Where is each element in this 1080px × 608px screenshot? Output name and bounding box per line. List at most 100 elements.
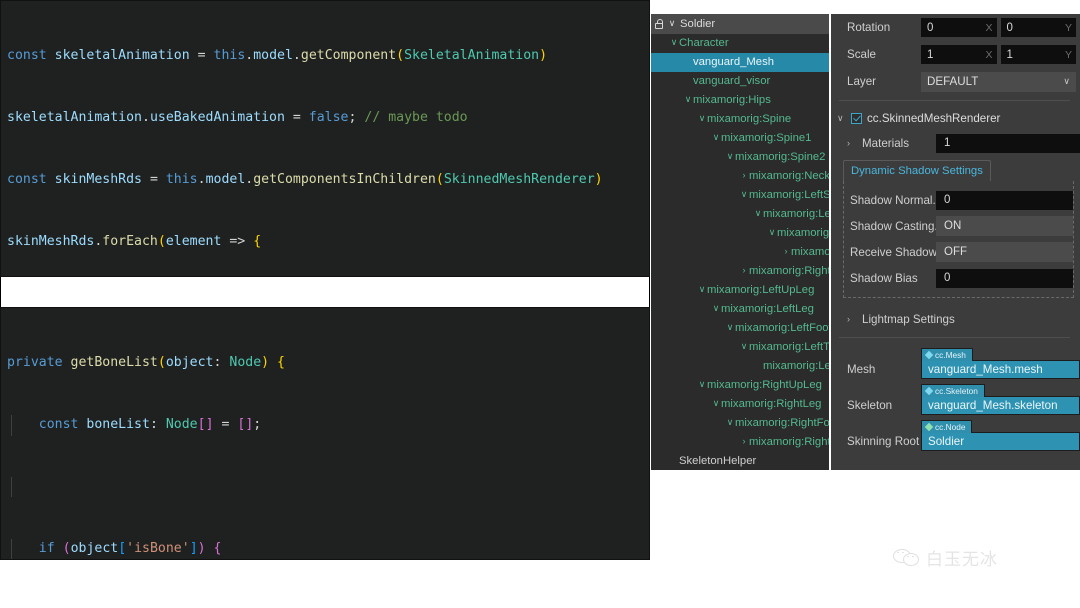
hierarchy-node-mixamorig-leftleg[interactable]: ∨ mixamorig:LeftLeg xyxy=(651,300,829,319)
chevron-down-icon[interactable]: ∨ xyxy=(767,224,777,242)
chevron-down-icon[interactable]: ∨ xyxy=(697,281,707,299)
component-enabled-checkbox[interactable] xyxy=(851,112,862,124)
code-editor-bottom[interactable]: private getBoneList(object: Node) { cons… xyxy=(0,307,650,560)
chevron-right-icon[interactable]: › xyxy=(847,138,856,148)
code-line: private getBoneList(object: Node) { xyxy=(7,355,285,371)
asset-reference-group: Mesh cc.Mesh vanguard_Mesh.mesh Skeleton cc.… xyxy=(831,343,1080,451)
chevron-down-icon[interactable]: ∨ xyxy=(683,91,693,109)
chevron-down-icon[interactable]: ∨ xyxy=(725,414,735,432)
chevron-down-icon[interactable]: ∨ xyxy=(667,14,677,33)
hierarchy-node-label: mixamorig:Spine xyxy=(707,113,792,125)
chevron-down-icon[interactable]: ∨ xyxy=(739,338,749,356)
property-row-shadow-normal[interactable]: Shadow Normal... 0 xyxy=(844,187,1073,213)
chevron-right-icon[interactable]: › xyxy=(781,243,791,261)
hierarchy-node-label: mixamorig:Neck xyxy=(749,170,829,182)
materials-value[interactable]: 1 xyxy=(936,133,1080,153)
asset-value[interactable]: Soldier xyxy=(921,432,1080,451)
chevron-down-icon[interactable]: ∨ xyxy=(697,110,707,128)
scale-y-input[interactable]: 1Y xyxy=(1000,45,1076,64)
hierarchy-node-mixamorig-rightleg[interactable]: ∨ mixamorig:RightLeg xyxy=(651,395,829,414)
scale-x-input[interactable]: 1X xyxy=(921,45,997,64)
inspector-panel[interactable]: Rotation 0X 0Y Scale 1X 1Y Layer DEFAULT… xyxy=(831,14,1080,470)
hierarchy-node-vanguard-visor[interactable]: vanguard_visor xyxy=(651,72,829,91)
property-value[interactable]: 0 xyxy=(936,190,1073,210)
asset-value[interactable]: vanguard_Mesh.skeleton xyxy=(921,396,1080,415)
hierarchy-node-label: mixamorig:LeftToe_End xyxy=(763,360,829,372)
hierarchy-node-mixamorig-neck[interactable]: › mixamorig:Neck xyxy=(651,167,830,186)
property-row-scale[interactable]: Scale 1X 1Y xyxy=(831,41,1080,68)
hierarchy-node-mixamorig-lefttoebase[interactable]: ∨mixamorig:LeftToeBase xyxy=(651,338,829,357)
property-row-lightmap-settings[interactable]: › Lightmap Settings xyxy=(831,306,1080,332)
hierarchy-node-mixamorig-leftarm[interactable]: ∨mixamorig:LeftArm xyxy=(651,205,829,224)
property-row-materials[interactable]: › Materials 1 xyxy=(831,130,1080,156)
hierarchy-node-mixamorig-leftforearm[interactable]: ∨mixamorig:LeftForeArm xyxy=(651,224,829,243)
chevron-down-icon[interactable]: ∨ xyxy=(725,319,735,337)
layer-select[interactable]: DEFAULT ∨ xyxy=(921,71,1076,92)
hierarchy-node-mixamorig-rightfoot[interactable]: ∨ mixamorig:RightFoot xyxy=(651,414,829,433)
hierarchy-node-mixamorig-leftupleg[interactable]: ∨ mixamorig:LeftUpLeg xyxy=(651,281,829,300)
chevron-right-icon[interactable]: › xyxy=(739,433,749,451)
watermark-text: 白玉无冰 xyxy=(926,550,998,570)
property-row-rotation[interactable]: Rotation 0X 0Y xyxy=(831,14,1080,41)
code-line: if (object['isBone']) { xyxy=(1,538,649,559)
hierarchy-node-mixamorig-leftshoulder[interactable]: ∨mixamorig:LeftShoulder xyxy=(651,186,829,205)
hierarchy-node-label: Character xyxy=(679,37,729,49)
hierarchy-node-mixamorig-lefthand[interactable]: ›mixamorig:LeftHand xyxy=(651,243,830,262)
property-row-mesh[interactable]: Mesh cc.Mesh vanguard_Mesh.mesh xyxy=(831,343,1080,379)
asset-value[interactable]: vanguard_Mesh.mesh xyxy=(921,360,1080,379)
property-row-receive-shadow[interactable]: Receive Shadow OFF xyxy=(844,239,1073,265)
property-row-shadow-bias[interactable]: Shadow Bias 0 xyxy=(844,265,1073,291)
hierarchy-node-label: vanguard_visor xyxy=(693,75,771,87)
hierarchy-node-skeletonhelper[interactable]: SkeletonHelper xyxy=(651,452,829,470)
hierarchy-node-mixamorig-spine2[interactable]: ∨ mixamorig:Spine2 xyxy=(651,148,829,167)
component-header-skinnedmeshrenderer[interactable]: ∨ cc.SkinnedMeshRenderer xyxy=(831,106,1080,130)
tab-dynamic-shadow-settings[interactable]: Dynamic Shadow Settings xyxy=(843,160,991,181)
chevron-down-icon[interactable]: ∨ xyxy=(711,395,721,413)
hierarchy-node-label: mixamorig:RightShoulder xyxy=(749,265,829,277)
rotation-y-input[interactable]: 0Y xyxy=(1000,18,1076,37)
property-value[interactable]: OFF xyxy=(936,242,1073,262)
hierarchy-node-label: mixamorig:Hips xyxy=(693,94,771,106)
hierarchy-node-label: mixamorig:RightLeg xyxy=(721,398,822,410)
scale-y-value: 1 xyxy=(1006,48,1013,61)
hierarchy-node-character[interactable]: ∨ Character xyxy=(651,34,829,53)
hierarchy-node-label: mixamorig:LeftToeBase xyxy=(749,341,829,353)
hierarchy-root-row[interactable]: ∨ Soldier xyxy=(651,14,829,34)
lock-icon[interactable] xyxy=(655,19,664,29)
hierarchy-node-mixamorig-rightshoulder[interactable]: ›mixamorig:RightShoulder xyxy=(651,262,830,281)
chevron-down-icon[interactable]: ∨ xyxy=(837,113,846,124)
property-value[interactable]: 0 xyxy=(936,268,1073,288)
hierarchy-node-mixamorig-hips[interactable]: ∨ mixamorig:Hips xyxy=(651,91,829,110)
hierarchy-node-mixamorig-lefttoe-end[interactable]: mixamorig:LeftToe_End xyxy=(651,357,829,376)
property-row-layer[interactable]: Layer DEFAULT ∨ xyxy=(831,68,1080,95)
hierarchy-node-mixamorig-leftfoot[interactable]: ∨ mixamorig:LeftFoot xyxy=(651,319,829,338)
hierarchy-node-mixamorig-righttoebase[interactable]: ›mixamorig:RightToeBase xyxy=(651,433,830,452)
chevron-down-icon[interactable]: ∨ xyxy=(711,300,721,318)
chevron-right-icon[interactable]: › xyxy=(847,314,856,324)
hierarchy-tree[interactable]: ∨ Character vanguard_Mesh vanguard_visor ∨ mi… xyxy=(651,34,829,470)
property-label: Skeleton xyxy=(847,399,893,412)
chevron-down-icon[interactable]: ∨ xyxy=(669,34,679,52)
chevron-down-icon[interactable]: ∨ xyxy=(725,148,735,166)
chevron-down-icon[interactable]: ∨ xyxy=(739,186,749,204)
property-row-skinning-root[interactable]: Skinning Root cc.Node Soldier xyxy=(831,415,1080,451)
hierarchy-node-vanguard-mesh[interactable]: vanguard_Mesh xyxy=(651,53,829,72)
hierarchy-node-mixamorig-spine1[interactable]: ∨ mixamorig:Spine1 xyxy=(651,129,829,148)
code-editor-top[interactable]: const skeletalAnimation = this.model.get… xyxy=(0,0,650,277)
asset-type-label: cc.Mesh xyxy=(935,350,966,360)
code-line: skinMeshRds.forEach(element => { xyxy=(7,233,262,249)
rotation-x-input[interactable]: 0X xyxy=(921,18,997,37)
chevron-down-icon[interactable]: ∨ xyxy=(697,376,707,394)
hierarchy-panel[interactable]: ∨ Soldier ∨ Character vanguard_Mesh vanguar… xyxy=(651,14,829,470)
property-row-shadow-casting[interactable]: Shadow Casting... ON xyxy=(844,213,1073,239)
axis-y-label: Y xyxy=(1064,21,1072,34)
chevron-right-icon[interactable]: › xyxy=(739,167,749,185)
property-row-skeleton[interactable]: Skeleton cc.Skeleton vanguard_Mesh.skeleto… xyxy=(831,379,1080,415)
hierarchy-node-mixamorig-rightupleg[interactable]: ∨ mixamorig:RightUpLeg xyxy=(651,376,829,395)
chevron-right-icon[interactable]: › xyxy=(739,262,749,280)
hierarchy-node-label: mixamorig:LeftForeArm xyxy=(777,227,829,239)
property-value[interactable]: ON xyxy=(936,216,1073,236)
hierarchy-node-mixamorig-spine[interactable]: ∨ mixamorig:Spine xyxy=(651,110,829,129)
chevron-down-icon[interactable]: ∨ xyxy=(711,129,721,147)
chevron-down-icon[interactable]: ∨ xyxy=(753,205,763,223)
